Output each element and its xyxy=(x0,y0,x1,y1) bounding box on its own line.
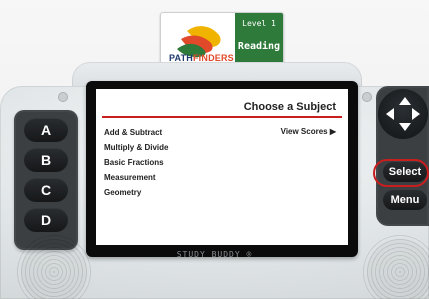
subject-item-basic-fractions[interactable]: Basic Fractions xyxy=(104,158,164,167)
button-b[interactable]: B xyxy=(24,148,68,172)
screw-right xyxy=(362,92,372,102)
select-highlight-ring xyxy=(373,159,429,187)
arrow-keys-icon[interactable] xyxy=(378,89,428,139)
button-d[interactable]: D xyxy=(24,208,68,232)
subject-item-geometry[interactable]: Geometry xyxy=(104,188,141,197)
subject-item-multiply-divide[interactable]: Multiply & Divide xyxy=(104,143,168,152)
arrow-left-icon[interactable] xyxy=(386,108,394,120)
screen-title: Choose a Subject xyxy=(243,101,336,113)
arrow-up-icon[interactable] xyxy=(399,97,411,105)
button-c[interactable]: C xyxy=(24,178,68,202)
screen-bezel: Choose a Subject Add & Subtract Multiply… xyxy=(86,81,358,257)
handheld-device: A B C D Choose a Subject Add & Subtract … xyxy=(0,62,429,299)
device-label: STUDY BUDDY ® xyxy=(176,250,253,259)
subject-item-add-subtract[interactable]: Add & Subtract xyxy=(104,128,162,137)
arrow-down-icon[interactable] xyxy=(399,123,411,131)
menu-button[interactable]: Menu xyxy=(383,190,427,210)
arrow-right-icon[interactable] xyxy=(412,108,420,120)
title-divider xyxy=(102,116,342,118)
cartridge-level: Level 1 xyxy=(242,19,276,28)
right-button-pad: Select Menu xyxy=(376,86,429,226)
left-button-pad: A B C D xyxy=(14,110,78,250)
button-a[interactable]: A xyxy=(24,118,68,142)
cartridge-subject: Reading xyxy=(237,41,281,52)
device-screen: Choose a Subject Add & Subtract Multiply… xyxy=(96,89,348,245)
device-screenshot: PATHFINDERS Level 1 Reading A B C D Choo… xyxy=(0,0,429,299)
screw-left xyxy=(58,92,68,102)
subject-item-measurement[interactable]: Measurement xyxy=(104,173,156,182)
view-scores-link[interactable]: View Scores ▶ xyxy=(281,127,336,136)
